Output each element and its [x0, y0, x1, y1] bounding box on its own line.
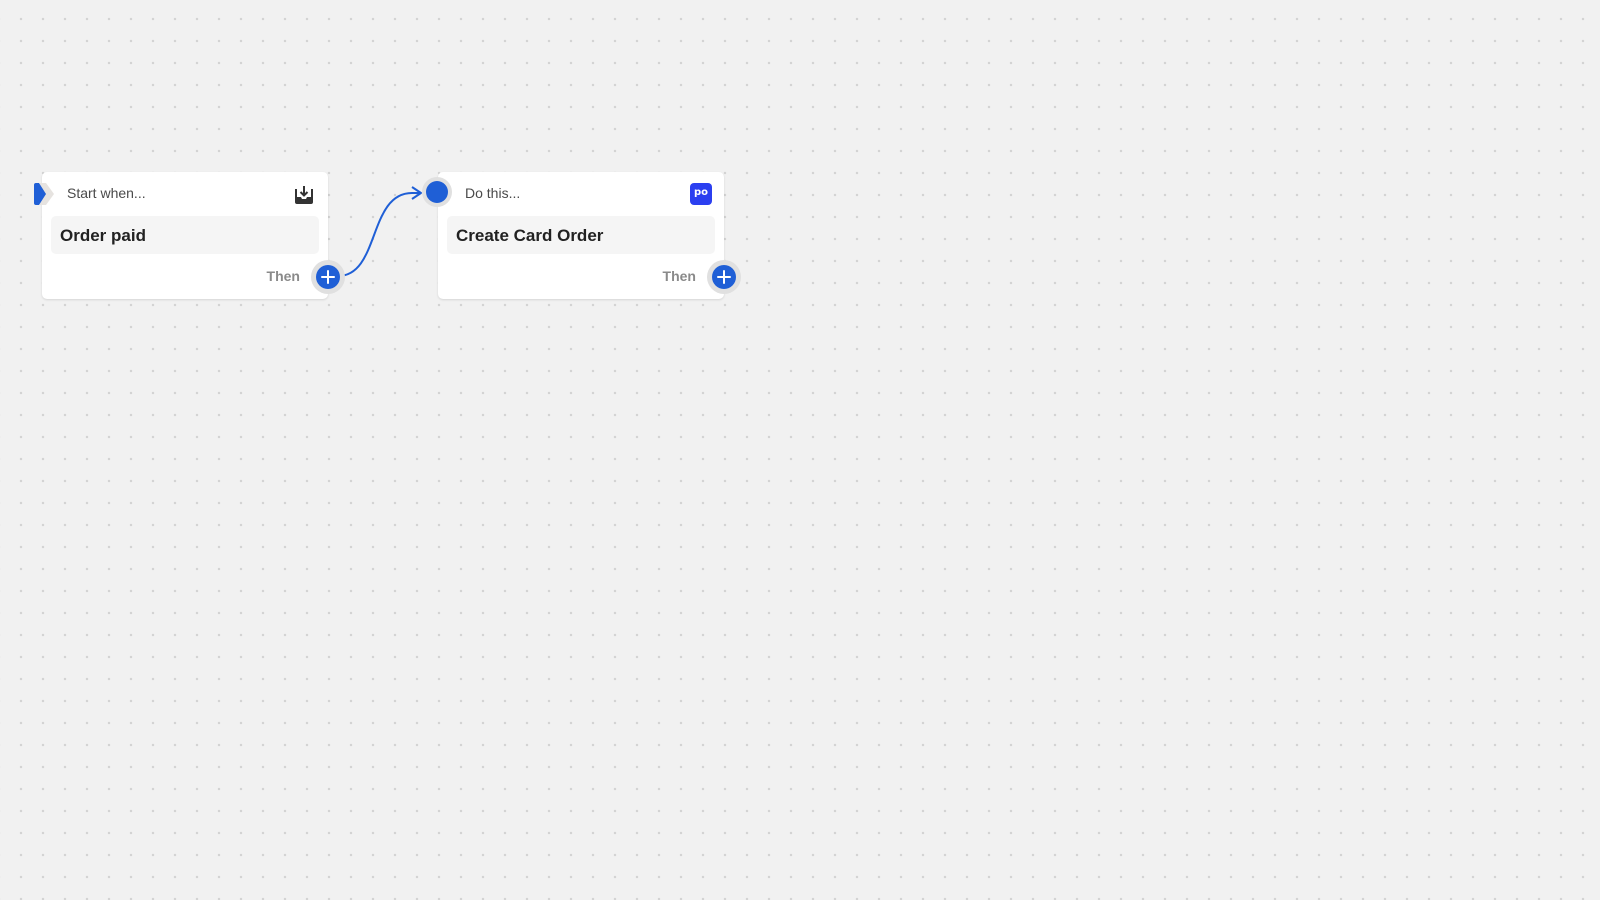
add-step-button[interactable]	[316, 265, 340, 289]
then-label: Then	[662, 268, 696, 284]
trigger-node-header: Start when...	[34, 172, 328, 212]
action-title-box[interactable]: Create Card Order	[447, 216, 715, 254]
download-tray-icon	[295, 186, 313, 204]
add-step-button[interactable]	[712, 265, 736, 289]
input-connector-dot[interactable]	[426, 181, 448, 203]
connection-line[interactable]	[0, 0, 1600, 900]
action-header-label: Do this...	[465, 185, 521, 201]
action-node[interactable]: Do this... po Create Card Order Then	[426, 172, 736, 299]
action-title: Create Card Order	[456, 226, 604, 245]
trigger-title: Order paid	[60, 226, 146, 245]
trigger-node[interactable]: Start when... Order paid Then	[34, 172, 340, 299]
trigger-start-marker-icon	[34, 183, 54, 205]
action-node-header: Do this... po	[426, 172, 724, 212]
then-label: Then	[266, 268, 300, 284]
app-po-icon: po	[690, 183, 712, 205]
trigger-title-box[interactable]: Order paid	[51, 216, 319, 254]
trigger-header-label: Start when...	[67, 185, 146, 201]
